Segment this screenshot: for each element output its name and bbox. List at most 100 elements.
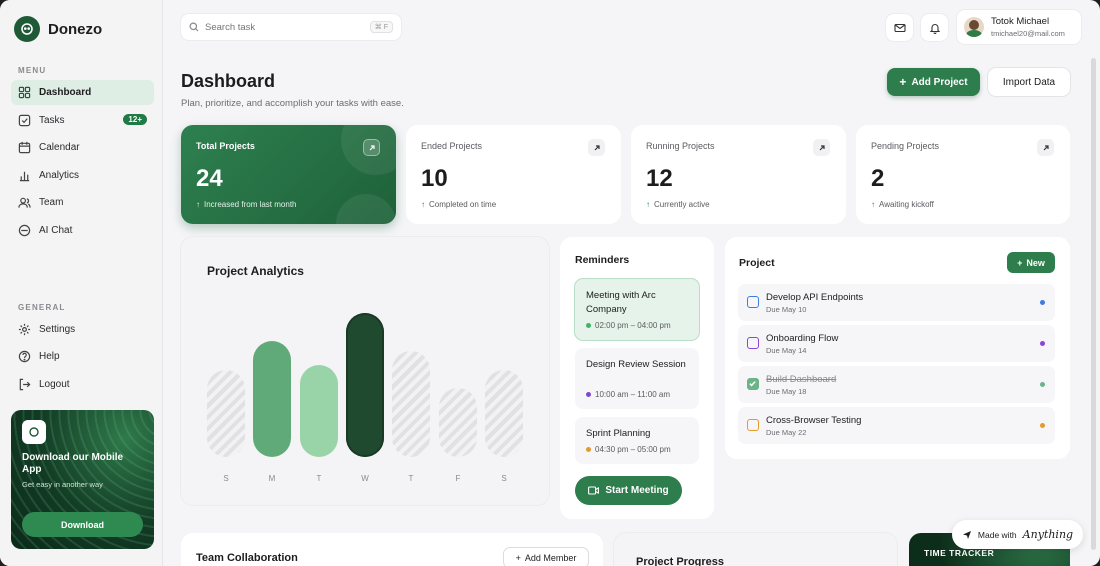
time-tracker-title: TIME TRACKER bbox=[924, 548, 995, 558]
project-task-item[interactable]: Develop API Endpoints Due May 10 bbox=[738, 284, 1055, 321]
stat-label: Total Projects bbox=[196, 141, 255, 151]
sidebar-item-analytics[interactable]: Analytics bbox=[11, 163, 154, 188]
promo-subtitle: Get easy in another way bbox=[22, 480, 103, 489]
page-scrollbar[interactable] bbox=[1091, 58, 1096, 550]
brand[interactable]: Donezo bbox=[14, 16, 102, 42]
sidebar-item-label: Help bbox=[39, 351, 60, 362]
user-profile[interactable]: Totok Michael tmichael20@mail.com bbox=[957, 10, 1081, 44]
plus-icon: + bbox=[1017, 257, 1023, 268]
arrow-up-right-icon[interactable] bbox=[1037, 139, 1054, 156]
circle-icon bbox=[18, 224, 31, 237]
sidebar-item-tasks[interactable]: Tasks 12+ bbox=[11, 108, 154, 133]
reminder-time: 10:00 am – 11:00 am bbox=[586, 390, 670, 399]
add-member-button[interactable]: + Add Member bbox=[504, 548, 588, 566]
new-project-button[interactable]: + New bbox=[1007, 252, 1055, 273]
menu-section-label: MENU bbox=[18, 66, 47, 75]
calendar-icon bbox=[18, 141, 31, 154]
sidebar-item-logout[interactable]: Logout bbox=[11, 372, 154, 397]
reminders-panel: Reminders Meeting with Arc Company 02:00… bbox=[560, 237, 714, 519]
arrow-up-icon: ↑ bbox=[196, 200, 200, 209]
mobile-app-promo: Download our Mobile App Get easy in anot… bbox=[11, 410, 154, 549]
sidebar: Donezo MENU Dashboard Tasks 12+ Calendar… bbox=[0, 0, 163, 566]
arrow-up-icon: ↑ bbox=[646, 200, 650, 209]
mail-button[interactable] bbox=[886, 14, 913, 41]
priority-dot bbox=[1040, 382, 1045, 387]
stat-label: Pending Projects bbox=[871, 141, 940, 151]
sidebar-item-calendar[interactable]: Calendar bbox=[11, 135, 154, 160]
stat-label: Ended Projects bbox=[421, 141, 483, 151]
analytics-bar-2[interactable] bbox=[300, 365, 338, 457]
add-project-button[interactable]: + Add Project bbox=[887, 68, 980, 96]
reminder-item[interactable]: Meeting with Arc Company 02:00 pm – 04:0… bbox=[575, 279, 699, 340]
plus-icon: + bbox=[899, 75, 907, 89]
search-input[interactable] bbox=[205, 21, 364, 33]
status-dot bbox=[586, 323, 591, 328]
stat-note-text: Awaiting kickoff bbox=[879, 200, 934, 209]
sidebar-item-settings[interactable]: Settings bbox=[11, 317, 154, 342]
start-meeting-button[interactable]: Start Meeting bbox=[575, 476, 682, 505]
search-icon bbox=[189, 22, 199, 32]
made-with-prefix: Made with bbox=[977, 529, 1017, 540]
stat-value: 10 bbox=[421, 165, 448, 192]
task-name: Build Dashboard bbox=[766, 374, 837, 385]
general-section-label: GENERAL bbox=[18, 303, 66, 312]
task-checkbox[interactable] bbox=[747, 419, 759, 431]
reminder-item[interactable]: Sprint Planning 04:30 pm – 05:00 pm bbox=[575, 417, 699, 464]
arrow-up-right-icon[interactable] bbox=[813, 139, 830, 156]
sidebar-item-label: Calendar bbox=[39, 142, 80, 153]
stat-value: 24 bbox=[196, 165, 223, 192]
stat-card-pending-projects[interactable]: Pending Projects 2 ↑ Awaiting kickoff bbox=[856, 125, 1070, 224]
import-data-button[interactable]: Import Data bbox=[988, 68, 1070, 96]
analytics-bar-0[interactable] bbox=[207, 370, 245, 457]
reminder-time: 04:30 pm – 05:00 pm bbox=[586, 445, 671, 454]
bell-icon bbox=[929, 23, 940, 34]
arrow-up-right-icon[interactable] bbox=[588, 139, 605, 156]
page-subtitle: Plan, prioritize, and accomplish your ta… bbox=[181, 98, 404, 109]
analytics-bar-1[interactable] bbox=[253, 341, 291, 457]
stat-value: 2 bbox=[871, 165, 885, 192]
sidebar-item-label: Logout bbox=[39, 379, 70, 390]
app-store-icon bbox=[22, 420, 46, 444]
sidebar-item-ai-chat[interactable]: AI Chat bbox=[11, 218, 154, 243]
task-checkbox[interactable] bbox=[747, 337, 759, 349]
analytics-bar-4[interactable] bbox=[392, 351, 430, 457]
stat-note: ↑ Completed on time bbox=[421, 200, 496, 209]
task-checkbox-checked[interactable] bbox=[747, 378, 759, 390]
analytics-day-label: W bbox=[361, 474, 369, 483]
analytics-day-label: T bbox=[408, 474, 414, 483]
download-button[interactable]: Download bbox=[22, 512, 143, 537]
stat-label: Running Projects bbox=[646, 141, 715, 151]
stat-note-text: Completed on time bbox=[429, 200, 497, 209]
task-checkbox[interactable] bbox=[747, 296, 759, 308]
arrow-up-right-icon[interactable] bbox=[363, 139, 380, 156]
project-task-item[interactable]: Build Dashboard Due May 18 bbox=[738, 366, 1055, 403]
team-title: Team Collaboration bbox=[196, 552, 298, 564]
sidebar-item-help[interactable]: Help bbox=[11, 344, 154, 369]
user-email: tmichael20@mail.com bbox=[991, 29, 1065, 38]
made-with-badge[interactable]: Made with Anything bbox=[952, 520, 1083, 549]
analytics-bar-3[interactable] bbox=[346, 313, 384, 457]
arrow-up-icon: ↑ bbox=[421, 200, 425, 209]
help-icon bbox=[18, 350, 31, 363]
sidebar-item-team[interactable]: Team bbox=[11, 190, 154, 215]
video-camera-icon bbox=[588, 486, 600, 495]
send-icon bbox=[962, 530, 971, 539]
project-task-item[interactable]: Onboarding Flow Due May 14 bbox=[738, 325, 1055, 362]
analytics-bar-6[interactable] bbox=[485, 370, 523, 457]
stat-card-running-projects[interactable]: Running Projects 12 ↑ Currently active bbox=[631, 125, 846, 224]
sidebar-item-dashboard[interactable]: Dashboard bbox=[11, 80, 154, 105]
stat-card-total-projects[interactable]: Total Projects 24 ↑ Increased from last m… bbox=[181, 125, 396, 224]
reminder-item[interactable]: Design Review Session 10:00 am – 11:00 a… bbox=[575, 348, 699, 409]
new-project-label: New bbox=[1026, 257, 1045, 268]
priority-dot bbox=[1040, 300, 1045, 305]
project-task-item[interactable]: Cross-Browser Testing Due May 22 bbox=[738, 407, 1055, 444]
analytics-bar-5[interactable] bbox=[439, 388, 477, 457]
stat-card-ended-projects[interactable]: Ended Projects 10 ↑ Completed on time bbox=[406, 125, 621, 224]
add-project-label: Add Project bbox=[911, 76, 968, 88]
stat-note: ↑ Awaiting kickoff bbox=[871, 200, 934, 209]
checklist-icon bbox=[18, 114, 31, 127]
app-window: Donezo MENU Dashboard Tasks 12+ Calendar… bbox=[0, 0, 1100, 566]
search-bar[interactable]: ⌘ F bbox=[181, 14, 401, 40]
promo-title: Download our Mobile App bbox=[22, 452, 124, 475]
notifications-button[interactable] bbox=[921, 14, 948, 41]
